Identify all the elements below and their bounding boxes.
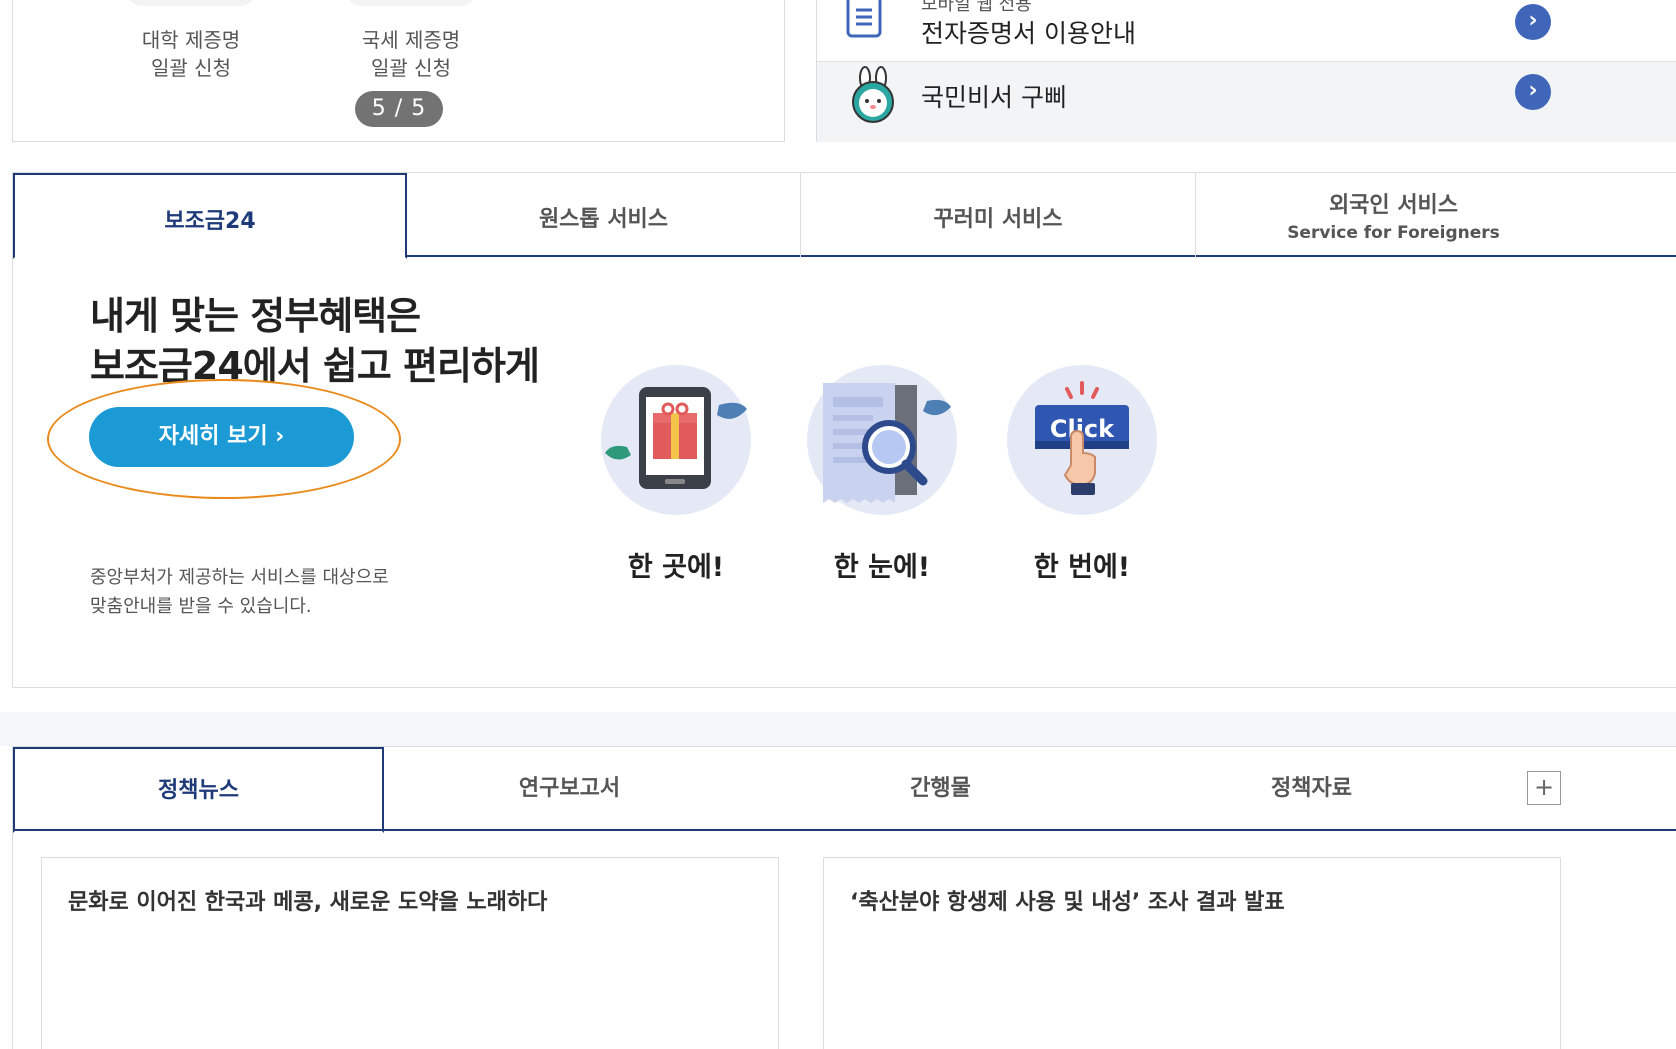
feature-all-at-once: Click 한 번에!: [1007, 365, 1157, 584]
subsidy-description: 중앙부처가 제공하는 서비스를 대상으로 맞춤안내를 받을 수 있습니다.: [90, 567, 389, 617]
tab-research-reports[interactable]: 연구보고서: [384, 747, 755, 831]
feature-at-a-glance: 한 눈에!: [807, 365, 957, 584]
cert-label: 대학 제증명 일괄 신청: [141, 28, 241, 80]
tab-subsidy24[interactable]: 보조금24: [13, 173, 407, 259]
gubbi-label: 국민비서 구삐: [921, 83, 1067, 112]
subsidy-headline: 내게 맞는 정부혜택은 보조금24에서 쉽고 편리하게: [90, 294, 540, 388]
tab-sublabel: Service for Foreigners: [1287, 223, 1500, 243]
gubbi-rabbit-icon: [845, 66, 901, 130]
tab-label: 보조금24: [164, 209, 256, 234]
tab-label: 외국인 서비스: [1328, 193, 1459, 218]
tab-label: 원스톱 서비스: [538, 207, 669, 232]
chevron-right-icon[interactable]: ›: [1515, 74, 1551, 110]
mobile-cert-guide-link[interactable]: 모바일 웹 전용 전자증명서 이용안내 ›: [817, 0, 1676, 62]
tab-policy-news[interactable]: 정책뉴스: [13, 747, 384, 833]
gubbi-secretary-link[interactable]: 국민비서 구삐 ›: [817, 62, 1676, 142]
section-divider: [0, 712, 1676, 746]
document-icon: [845, 0, 885, 44]
tab-publications[interactable]: 간행물: [755, 747, 1126, 831]
e-cert-guide-label: 전자증명서 이용안내: [921, 19, 1136, 48]
tablet-gift-icon: [601, 365, 751, 515]
feature-caption: 한 눈에!: [833, 552, 931, 583]
certificate-carousel: 대학 제증명 일괄 신청 국세 제증명 일괄 신청 5 / 5: [12, 0, 785, 142]
feature-caption: 한 곳에!: [627, 552, 725, 583]
news-tab-bar: 정책뉴스 연구보고서 간행물 정책자료 +: [13, 747, 1676, 833]
news-card-title[interactable]: ‘축산분야 항생제 사용 및 내성’ 조사 결과 발표: [850, 884, 1285, 916]
tab-package-service[interactable]: 꾸러미 서비스: [801, 173, 1196, 257]
click-button-icon: Click: [1007, 365, 1157, 515]
news-card-title[interactable]: 문화로 이어진 한국과 메콩, 새로운 도약을 노래하다: [68, 884, 547, 916]
tab-onestop-service[interactable]: 원스톱 서비스: [407, 173, 801, 257]
news-card[interactable]: ‘축산분야 항생제 사용 및 내성’ 조사 결과 발표: [823, 857, 1561, 1049]
quick-links-panel: 모바일 웹 전용 전자증명서 이용안내 › 국민비서 구삐 ›: [816, 0, 1676, 142]
tab-label: 꾸러미 서비스: [933, 207, 1063, 232]
feature-one-place: 한 곳에!: [601, 365, 751, 584]
carousel-pager: 5 / 5: [355, 91, 443, 127]
feature-caption: 한 번에!: [1033, 552, 1131, 583]
cert-icon-circle: [126, 0, 256, 6]
service-tab-panel: 보조금24 원스톱 서비스 꾸러미 서비스 외국인 서비스 Service fo…: [12, 172, 1676, 688]
tab-foreigner-service[interactable]: 외국인 서비스 Service for Foreigners: [1196, 173, 1591, 257]
service-tab-bar: 보조금24 원스톱 서비스 꾸러미 서비스 외국인 서비스 Service fo…: [13, 173, 1676, 259]
news-tab-panel: 정책뉴스 연구보고서 간행물 정책자료 + 문화로 이어진 한국과 메콩, 새로…: [12, 746, 1676, 1049]
more-plus-button[interactable]: +: [1527, 771, 1561, 805]
view-details-button[interactable]: 자세히 보기 ›: [89, 407, 354, 467]
cert-item-national-tax[interactable]: 국세 제증명 일괄 신청: [331, 0, 491, 82]
cert-item-university[interactable]: 대학 제증명 일괄 신청: [111, 0, 271, 82]
receipt-magnifier-icon: [807, 365, 957, 515]
tab-policy-materials[interactable]: 정책자료: [1126, 747, 1497, 831]
cert-label: 국세 제증명 일괄 신청: [361, 28, 461, 80]
chevron-right-icon[interactable]: ›: [1515, 4, 1551, 40]
news-card[interactable]: 문화로 이어진 한국과 메콩, 새로운 도약을 노래하다: [41, 857, 779, 1049]
cert-icon-circle: [346, 0, 476, 6]
